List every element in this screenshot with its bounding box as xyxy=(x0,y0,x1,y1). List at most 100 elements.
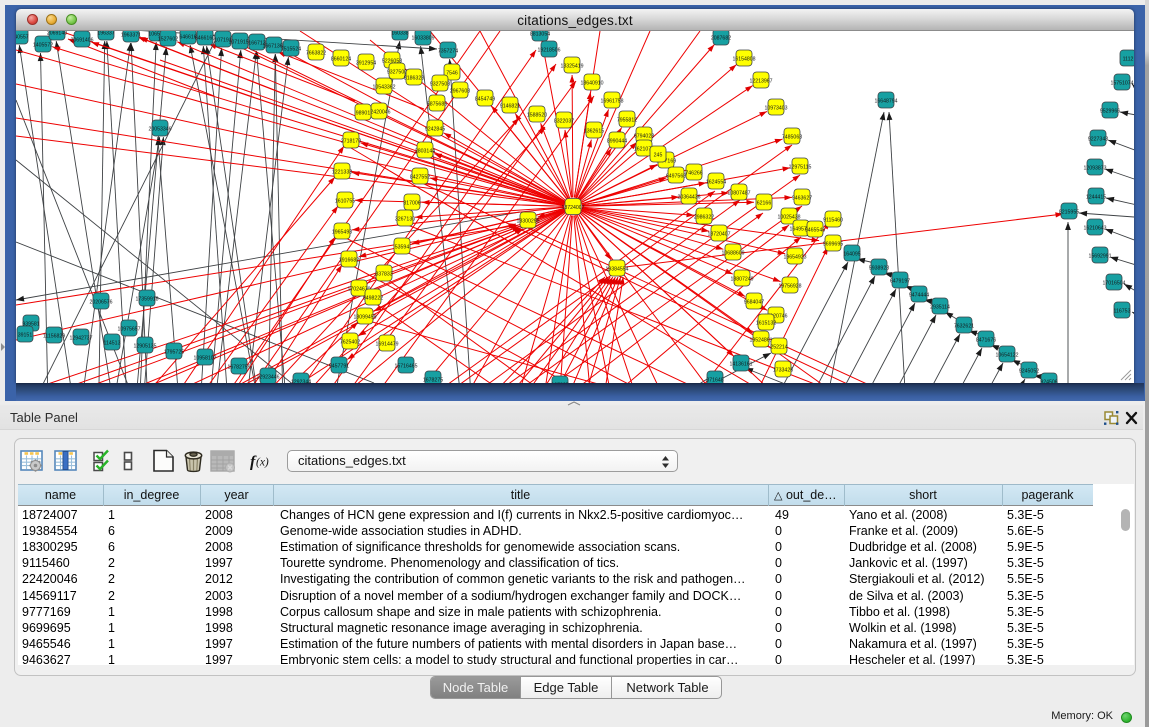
svg-text:1221333: 1221333 xyxy=(332,169,352,175)
svg-text:8813054: 8813054 xyxy=(530,31,550,37)
svg-text:8322037: 8322037 xyxy=(554,118,574,124)
svg-text:8215955: 8215955 xyxy=(1059,209,1079,215)
svg-text:5938923: 5938923 xyxy=(869,265,889,271)
svg-text:2087682: 2087682 xyxy=(711,35,731,41)
svg-text:7632621: 7632621 xyxy=(954,323,974,329)
svg-text:12942737: 12942737 xyxy=(69,335,92,341)
svg-text:98901: 98901 xyxy=(356,110,371,116)
svg-text:924506: 924506 xyxy=(1040,379,1057,383)
svg-text:18807249: 18807249 xyxy=(730,276,753,282)
svg-text:16210643: 16210643 xyxy=(1083,225,1106,231)
svg-text:(x): (x) xyxy=(256,457,269,469)
svg-text:1795725: 1795725 xyxy=(164,349,184,355)
svg-text:746266: 746266 xyxy=(685,170,702,176)
svg-text:12923446: 12923446 xyxy=(256,374,279,380)
svg-text:53594: 53594 xyxy=(395,244,410,250)
svg-text:39151: 39151 xyxy=(18,332,33,338)
svg-text:18720407: 18720407 xyxy=(707,231,730,237)
svg-text:1244415: 1244415 xyxy=(1086,194,1106,200)
svg-text:1610755: 1610755 xyxy=(335,198,355,204)
svg-text:6497568: 6497568 xyxy=(666,173,686,179)
svg-text:12213967: 12213967 xyxy=(749,78,772,84)
svg-text:9227343: 9227343 xyxy=(1088,136,1108,142)
svg-text:140557: 140557 xyxy=(16,34,29,40)
svg-text:18099459: 18099459 xyxy=(353,314,376,320)
svg-text:2935114: 2935114 xyxy=(930,304,950,310)
svg-text:7515524: 7515524 xyxy=(281,46,301,52)
svg-text:20206576: 20206576 xyxy=(89,299,112,305)
svg-text:3912954: 3912954 xyxy=(356,60,376,66)
svg-text:20053346: 20053346 xyxy=(148,126,171,132)
svg-text:1733426: 1733426 xyxy=(773,367,793,373)
svg-text:252214: 252214 xyxy=(770,344,787,350)
svg-text:10688609: 10688609 xyxy=(721,250,744,256)
svg-text:245: 245 xyxy=(654,152,663,158)
svg-text:1362615: 1362615 xyxy=(584,128,604,134)
svg-text:10025438: 10025438 xyxy=(777,214,800,220)
svg-text:7663822: 7663822 xyxy=(306,50,326,56)
svg-text:371648: 371648 xyxy=(706,377,723,383)
svg-text:6794028: 6794028 xyxy=(634,133,654,139)
svg-text:1916682: 1916682 xyxy=(339,257,359,263)
svg-text:2967608: 2967608 xyxy=(450,88,470,94)
svg-text:13325419: 13325419 xyxy=(560,63,583,69)
svg-text:20364436: 20364436 xyxy=(677,194,700,200)
svg-text:18640910: 18640910 xyxy=(580,80,603,86)
svg-text:19654923: 19654923 xyxy=(783,254,806,260)
svg-text:837833: 837833 xyxy=(375,271,392,277)
svg-text:1624554: 1624554 xyxy=(706,179,726,185)
svg-text:1678275: 1678275 xyxy=(423,377,443,383)
svg-text:167827: 167827 xyxy=(551,382,568,383)
svg-text:9146821: 9146821 xyxy=(500,103,520,109)
svg-text:9699695: 9699695 xyxy=(823,241,843,247)
svg-text:9327508: 9327508 xyxy=(430,81,450,87)
svg-text:19756928: 19756928 xyxy=(778,283,801,289)
svg-text:7625402: 7625402 xyxy=(340,339,360,345)
svg-text:9474444: 9474444 xyxy=(909,292,929,298)
svg-text:8660124: 8660124 xyxy=(331,56,351,62)
svg-text:164095: 164095 xyxy=(843,251,860,257)
svg-text:16033809: 16033809 xyxy=(411,35,434,41)
svg-text:1292344: 1292344 xyxy=(291,379,311,383)
svg-text:19524861: 19524861 xyxy=(749,337,772,343)
svg-text:10973403: 10973403 xyxy=(764,105,787,111)
svg-text:9242845: 9242845 xyxy=(425,126,445,132)
svg-text:7357274: 7357274 xyxy=(438,48,458,54)
svg-text:12093873: 12093873 xyxy=(1083,165,1106,171)
svg-text:2069140: 2069140 xyxy=(47,31,67,36)
svg-text:9529966: 9529966 xyxy=(1100,108,1120,114)
svg-text:15716465: 15716465 xyxy=(394,363,417,369)
svg-text:8990444: 8990444 xyxy=(607,138,627,144)
svg-text:3267130: 3267130 xyxy=(395,216,415,222)
svg-text:9498222: 9498222 xyxy=(363,295,383,301)
svg-text:9465546: 9465546 xyxy=(805,227,825,233)
svg-text:2718170: 2718170 xyxy=(341,138,361,144)
svg-text:16782759: 16782759 xyxy=(227,364,250,370)
svg-text:6479197: 6479197 xyxy=(890,278,910,284)
svg-text:114513: 114513 xyxy=(104,340,121,346)
svg-text:116753: 116753 xyxy=(1114,308,1131,314)
svg-text:8186328: 8186328 xyxy=(404,75,424,81)
svg-text:11156829: 11156829 xyxy=(43,333,65,339)
svg-text:7955812: 7955812 xyxy=(617,117,637,123)
svg-text:16648794: 16648794 xyxy=(874,98,897,104)
svg-text:160338: 160338 xyxy=(391,31,408,36)
svg-text:14136161: 14136161 xyxy=(729,361,752,367)
svg-text:12975115: 12975115 xyxy=(789,164,812,170)
svg-text:16914479: 16914479 xyxy=(375,341,398,347)
svg-text:9115460: 9115460 xyxy=(823,217,843,223)
svg-text:1588520: 1588520 xyxy=(527,112,547,118)
svg-text:1965493: 1965493 xyxy=(332,229,352,235)
svg-text:12905135: 12905135 xyxy=(133,343,156,349)
svg-text:18724007: 18724007 xyxy=(561,205,584,211)
svg-text:10958107: 10958107 xyxy=(193,355,216,361)
svg-text:10543362: 10543362 xyxy=(372,84,395,90)
svg-text:9457791: 9457791 xyxy=(329,363,349,369)
svg-text:8454749: 8454749 xyxy=(475,96,495,102)
svg-text:10654122: 10654122 xyxy=(995,352,1018,358)
svg-text:10975657: 10975657 xyxy=(117,326,140,332)
svg-text:18300295: 18300295 xyxy=(516,218,539,224)
svg-text:20691406: 20691406 xyxy=(70,37,93,43)
svg-text:19218506: 19218506 xyxy=(537,47,560,53)
svg-text:317006: 317006 xyxy=(403,200,420,206)
